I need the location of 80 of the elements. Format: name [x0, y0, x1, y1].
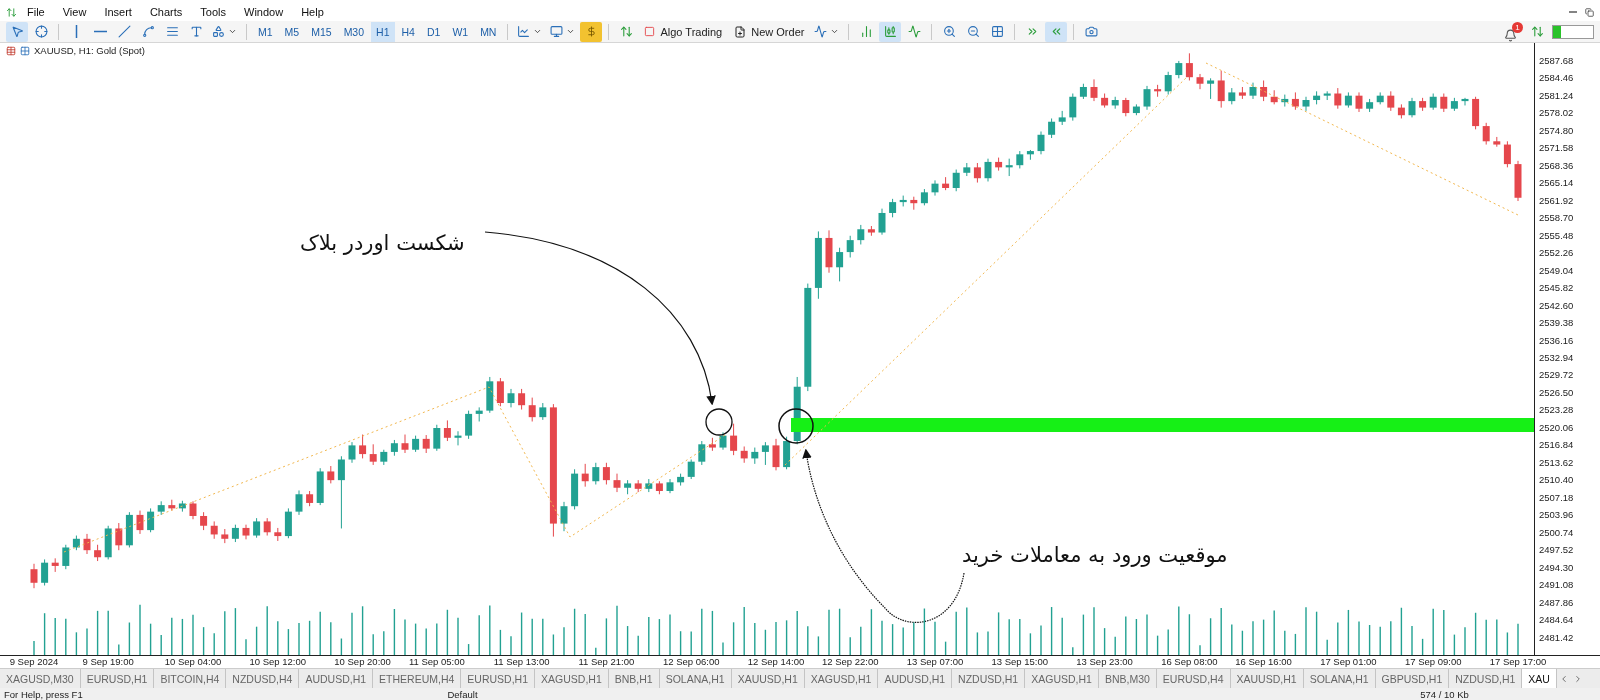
price-label: 2536.16 [1539, 334, 1574, 347]
time-label: 10 Sep 12:00 [249, 656, 307, 669]
time-label: 13 Sep 15:00 [991, 656, 1049, 669]
price-label: 2574.80 [1539, 124, 1574, 137]
timeframe-button[interactable]: W1 [447, 21, 474, 42]
menu-item[interactable]: Tools [192, 6, 234, 19]
price-label: 2487.86 [1539, 596, 1574, 609]
price-label: 2561.92 [1539, 194, 1574, 207]
price-label: 2555.48 [1539, 229, 1574, 242]
time-label: 9 Sep 19:00 [82, 656, 134, 669]
price-label: 2507.18 [1539, 491, 1574, 504]
price-label: 2552.26 [1539, 247, 1574, 260]
price-label: 2497.52 [1539, 544, 1574, 557]
timeframe-button[interactable]: M15 [306, 21, 337, 42]
time-label: 11 Sep 13:00 [493, 656, 550, 669]
notification-count: 1 [1512, 21, 1523, 33]
timeframe-button[interactable]: H1 [371, 21, 395, 42]
time-label: 10 Sep 20:00 [334, 656, 391, 669]
status-text: For Help, press F1 [3, 688, 84, 700]
timeframe-button[interactable]: M5 [279, 21, 305, 42]
price-label: 2565.14 [1539, 177, 1574, 190]
price-label: 2542.60 [1539, 299, 1574, 312]
annotation-text: موقعیت ورود به معاملات خرید [962, 543, 1228, 568]
price-label: 2516.84 [1539, 439, 1574, 452]
price-label: 2549.04 [1539, 264, 1574, 277]
price-label: 2500.74 [1539, 526, 1574, 539]
notifications-button[interactable]: 1 [1504, 21, 1523, 42]
time-label: 17 Sep 01:00 [1320, 656, 1377, 669]
time-label: 16 Sep 16:00 [1235, 656, 1292, 669]
price-label: 2523.28 [1539, 404, 1574, 417]
status-text: Default [446, 688, 479, 700]
time-label: 17 Sep 09:00 [1404, 656, 1462, 669]
price-label: 2529.72 [1539, 369, 1574, 382]
price-label: 2513.62 [1539, 456, 1574, 469]
time-label: 11 Sep 05:00 [408, 656, 465, 669]
time-label: 17 Sep 17:00 [1489, 656, 1547, 669]
algo-trading-button[interactable]: Algo Trading [639, 21, 728, 42]
menu-item[interactable]: Charts [141, 6, 191, 19]
time-label: 12 Sep 22:00 [821, 656, 879, 669]
time-label: 12 Sep 14:00 [747, 656, 805, 669]
menu-item[interactable]: Help [293, 6, 332, 19]
price-label: 2494.30 [1539, 561, 1574, 574]
price-label: 2581.24 [1539, 89, 1574, 102]
timeframe-button[interactable]: M1 [253, 21, 278, 42]
time-label: 10 Sep 04:00 [164, 656, 222, 669]
price-label: 2484.64 [1539, 614, 1574, 627]
price-label: 2491.08 [1539, 579, 1574, 592]
annotation-text: شکست اوردر بلاک [300, 231, 465, 256]
price-label: 2584.46 [1539, 72, 1574, 85]
price-label: 2510.40 [1539, 474, 1574, 487]
price-label: 2532.94 [1539, 352, 1574, 364]
time-label: 13 Sep 07:00 [906, 656, 964, 669]
price-label: 2545.82 [1539, 282, 1574, 295]
time-label: 9 Sep 2024 [9, 656, 59, 669]
price-label: 2539.38 [1539, 317, 1574, 330]
timeframe-button[interactable]: D1 [421, 21, 446, 42]
chart-tab[interactable]: XAU [1522, 669, 1557, 689]
price-label: 2558.70 [1539, 212, 1574, 225]
timeframe-button[interactable]: M30 [338, 21, 370, 42]
price-label: 2520.06 [1539, 421, 1574, 434]
menu-item[interactable]: File [19, 6, 53, 19]
price-label: 2587.68 [1539, 54, 1574, 67]
timeframe-button[interactable]: H4 [396, 21, 420, 42]
status-text: 574 / 10 Kb [1419, 688, 1470, 700]
time-label: 11 Sep 21:00 [578, 656, 635, 669]
timeframe-button[interactable]: MN [475, 21, 502, 42]
price-label: 2571.58 [1539, 142, 1574, 155]
price-label: 2568.36 [1539, 159, 1574, 172]
price-label: 2503.96 [1539, 509, 1574, 522]
time-label: 16 Sep 08:00 [1161, 656, 1218, 669]
menu-item[interactable]: Window [236, 6, 292, 19]
chart-title: XAUUSD, H1: Gold (Spot) [34, 45, 145, 57]
price-label: 2481.42 [1539, 631, 1574, 644]
menu-item[interactable]: View [54, 6, 95, 19]
price-label: 2578.02 [1539, 107, 1574, 120]
new-order-button[interactable]: New Order [729, 21, 810, 42]
price-label: 2526.50 [1539, 386, 1574, 399]
menu-item[interactable]: Insert [96, 6, 140, 19]
time-label: 12 Sep 06:00 [662, 656, 720, 669]
time-label: 13 Sep 23:00 [1076, 656, 1133, 669]
